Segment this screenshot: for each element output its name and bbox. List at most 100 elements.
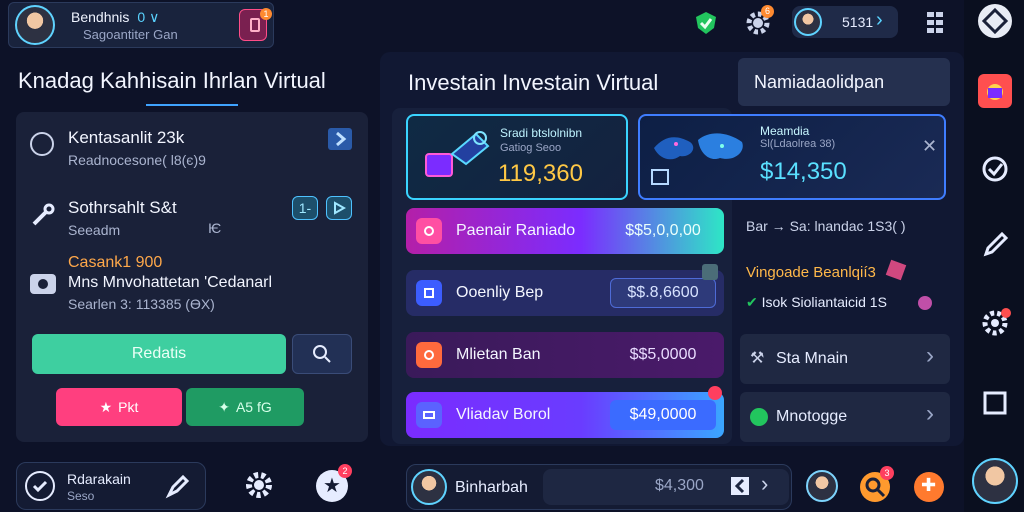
- pink-button[interactable]: ★ Pkt: [56, 388, 182, 426]
- card1-sub: Gatiog Seoo: [500, 142, 562, 154]
- chevron-right-icon[interactable]: ›: [761, 471, 768, 497]
- bottom-user-bar[interactable]: Binharbah $4,300 ›: [406, 464, 792, 510]
- card2-label: Meamdia: [760, 124, 810, 138]
- bottom-left-title: Rdarakain: [67, 471, 131, 487]
- gear-badge: 6: [761, 5, 774, 18]
- primary-button[interactable]: Redatis: [32, 334, 286, 374]
- row1-arrow-button[interactable]: [328, 128, 352, 150]
- user-balance-chip[interactable]: 5131 ›: [792, 6, 898, 38]
- promo-title: Vingoade Beanlqií3: [746, 264, 876, 281]
- pencil-icon[interactable]: [978, 228, 1012, 262]
- profile-subtitle: Sagoantiter Gan: [83, 27, 178, 42]
- settings-icon[interactable]: [978, 306, 1012, 340]
- bottom-user-label: Binharbah: [455, 479, 528, 496]
- rocket-icon: [163, 473, 191, 501]
- friend-avatar[interactable]: [806, 470, 838, 502]
- row1-icon: [416, 218, 442, 244]
- chevron-right-icon: ›: [926, 342, 934, 369]
- favorite-button[interactable]: ★ 2: [316, 464, 352, 502]
- card1-value: 119,360: [498, 160, 583, 187]
- menu-item-1-label: Sta Mnain: [776, 350, 849, 367]
- camera-icon: [30, 274, 56, 294]
- gear-icon[interactable]: 6: [745, 5, 774, 36]
- left-title: Knadag Kahhisain Ihrlan Virtual: [18, 68, 326, 93]
- green-dot-icon: [750, 408, 768, 426]
- rail-avatar[interactable]: [972, 458, 1018, 504]
- row4-badge: [708, 386, 722, 400]
- invest-row-4-label: Vliadav Borol: [456, 406, 551, 423]
- title-underline: [146, 104, 238, 106]
- promo-sub: ✔ Isok Sioliantaicid 1S: [746, 294, 887, 310]
- row1-title: Kentasanlit 23k: [68, 128, 185, 147]
- user-avatar: [794, 8, 822, 36]
- wrench-icon: [30, 202, 56, 228]
- profile-card[interactable]: Bendhnis 0 ∨ Sagoantiter Gan 1: [8, 2, 274, 48]
- profile-name: Bendhnis 0 ∨: [71, 9, 160, 25]
- chevron-right-icon: ›: [876, 9, 883, 31]
- menu-item-1[interactable]: ⚒ Sta Mnain ›: [740, 334, 950, 384]
- row1-sub: Readnocesone( l8(є)9: [68, 152, 206, 168]
- search-button[interactable]: [292, 334, 352, 374]
- world-map-icon: [646, 122, 756, 192]
- invest-row-2-amount: $$.8,6600: [610, 278, 716, 308]
- row2-extra: Ѥ: [208, 220, 222, 236]
- flag-icon[interactable]: [731, 477, 749, 495]
- close-icon[interactable]: ✕: [922, 136, 937, 157]
- invest-row-3[interactable]: Mlietan Ban $$5,0000: [406, 332, 724, 378]
- stat-card-2[interactable]: Meamdia Sl(Ldaolrea 38) $14,350 ✕: [638, 114, 946, 200]
- invest-row-2-label: Ooenliy Bep: [456, 284, 544, 301]
- bottom-left-sub: Seso: [67, 489, 95, 503]
- profile-avatar[interactable]: [15, 5, 55, 45]
- row2-corner-badge: [702, 264, 718, 280]
- magnifier-badge: 3: [880, 466, 894, 480]
- row2-sub: Seeadm: [68, 222, 121, 238]
- grid-menu-icon[interactable]: [925, 10, 945, 34]
- wallet-illustration-icon: [416, 124, 496, 190]
- bottom-user-avatar: [411, 469, 447, 505]
- bottom-status-card[interactable]: Rdarakain Seso: [16, 462, 206, 510]
- row3-sub: Searlen 3: 113385 (ӨX): [68, 296, 215, 312]
- green-button[interactable]: ✦ A5 fG: [186, 388, 304, 426]
- row3-accent: Casank1 900: [68, 254, 163, 271]
- shield-check-icon[interactable]: [693, 10, 719, 36]
- invest-row-1-label: Paenair Raniado: [456, 222, 576, 239]
- card2-value: $14,350: [760, 158, 847, 185]
- invest-row-4-amount: $49,0000: [610, 400, 716, 430]
- gift-icon[interactable]: [978, 74, 1012, 108]
- card2-sub: Sl(Ldaolrea 38): [760, 138, 836, 150]
- check-chat-icon[interactable]: [978, 152, 1012, 186]
- row4-icon: [416, 402, 442, 428]
- tab-button[interactable]: Namiadaolidpan: [738, 58, 950, 106]
- stat-card-1[interactable]: Sradi btslolnibn Gatiog Seoo 119,360: [406, 114, 628, 200]
- invest-row-3-amount: $$5,0000: [629, 346, 697, 363]
- star-icon: ★: [99, 398, 113, 415]
- invest-row-3-label: Mlietan Ban: [456, 346, 541, 363]
- settings-gear-icon[interactable]: [242, 468, 276, 502]
- invest-row-2[interactable]: Ooenliy Bep $$.8,6600: [406, 270, 724, 316]
- row3-icon: [416, 342, 442, 368]
- chevron-right-icon: ›: [926, 400, 934, 427]
- check-circle-icon: [25, 471, 55, 501]
- row2-play-button[interactable]: [326, 196, 352, 220]
- left-panel: Kentasanlit 23k Readnocesone( l8(є)9 Sot…: [16, 112, 368, 442]
- diamond-nav-icon[interactable]: [978, 4, 1012, 38]
- right-note: Bar → Sa: lnandac 1S3( ): [746, 218, 906, 234]
- invest-row-1[interactable]: Paenair Raniado $$5,0,0,00: [406, 208, 724, 254]
- wallet-badge: 1: [260, 8, 272, 20]
- menu-item-2[interactable]: Mnotogge ›: [740, 392, 950, 442]
- center-title: Investain Investain Virtual: [408, 70, 659, 95]
- user-value: 5131: [842, 14, 874, 30]
- row2-step-button[interactable]: 1-: [292, 196, 318, 220]
- magnifier-button[interactable]: 3: [860, 466, 894, 502]
- amount-value: $4,300: [655, 477, 704, 494]
- wallet-icon: [250, 18, 260, 32]
- invest-row-4[interactable]: Vliadav Borol $49,0000: [406, 392, 724, 438]
- menu-item-2-label: Mnotogge: [776, 408, 848, 425]
- amount-field[interactable]: $4,300 ›: [543, 469, 789, 505]
- favorite-badge: 2: [338, 464, 352, 478]
- invest-row-1-amount: $$5,0,0,00: [625, 222, 701, 239]
- tools-button[interactable]: ✚: [914, 472, 944, 502]
- wallet-button[interactable]: 1: [239, 8, 272, 41]
- star-icon: ★: [323, 475, 341, 497]
- window-icon[interactable]: [978, 386, 1012, 420]
